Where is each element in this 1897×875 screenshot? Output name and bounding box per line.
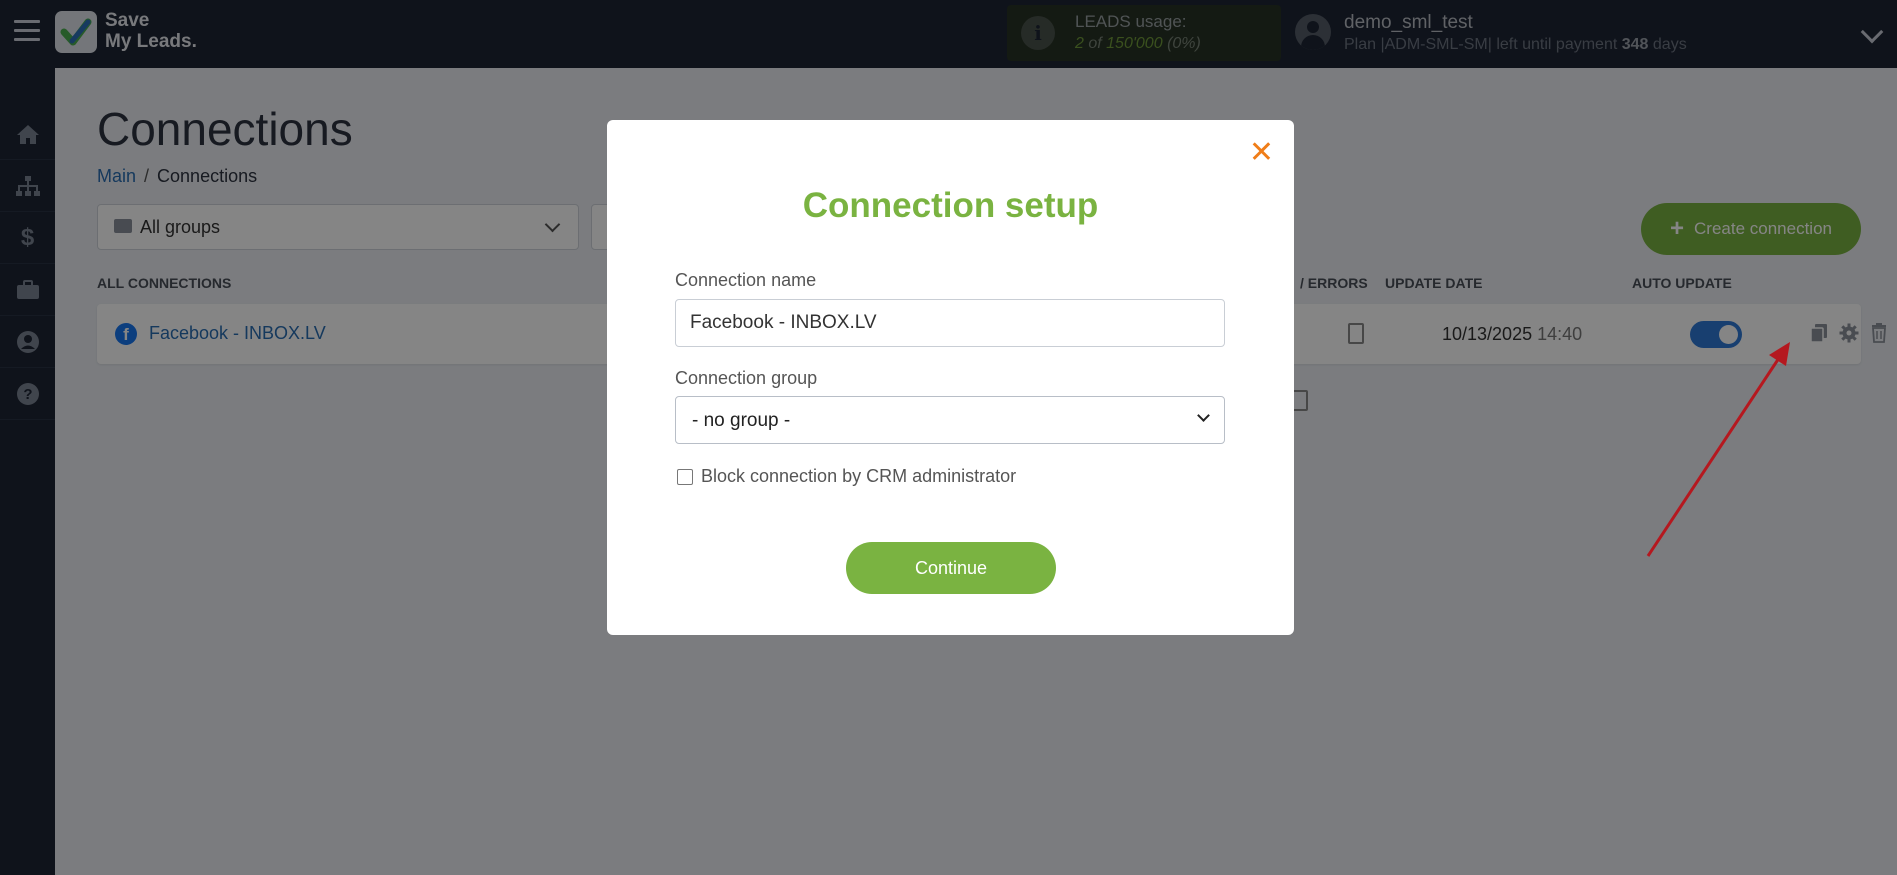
connection-name-label: Connection name <box>675 270 817 290</box>
connection-name-input[interactable] <box>675 299 1225 347</box>
block-connection-label[interactable]: Block connection by CRM administrator <box>701 466 1016 487</box>
block-connection-checkbox[interactable] <box>677 468 693 485</box>
connection-group-label: Connection group <box>675 368 818 388</box>
chevron-down-icon <box>1197 409 1210 422</box>
connection-group-select[interactable]: - no group - <box>675 396 1225 444</box>
continue-button[interactable]: Continue <box>846 542 1056 594</box>
close-icon[interactable]: ✕ <box>1249 138 1274 168</box>
connection-setup-modal: ✕ Connection setup Connection name Conne… <box>607 120 1294 635</box>
block-connection-row[interactable]: Block connection by CRM administrator <box>677 466 1016 487</box>
connection-group-value: - no group - <box>692 410 791 431</box>
modal-title: Connection setup <box>802 186 1099 225</box>
